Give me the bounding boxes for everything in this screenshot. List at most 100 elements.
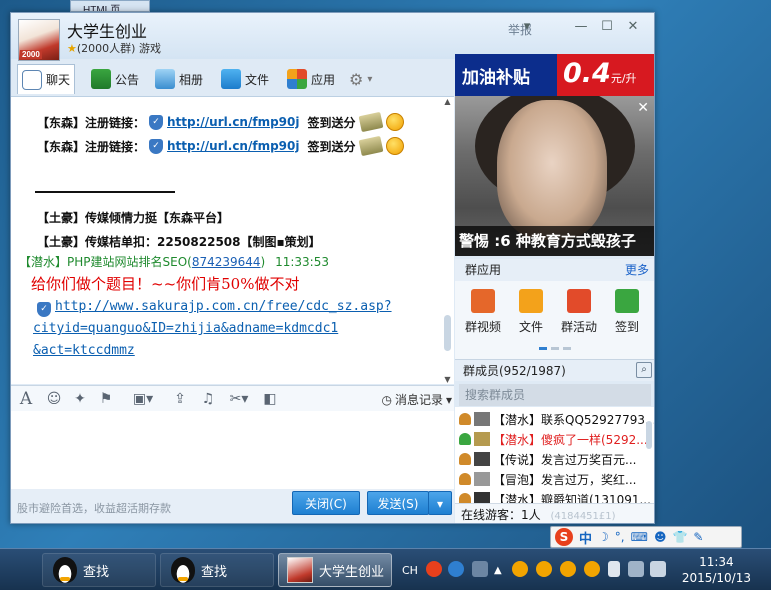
member-row[interactable]: 【潜水】瓣爵知道(131091... <box>459 489 651 503</box>
app-activity[interactable]: 群活动 <box>557 289 601 335</box>
scroll-thumb[interactable] <box>444 315 451 351</box>
tab-announcement[interactable]: 公告 <box>87 64 143 94</box>
shield-icon: ✓ <box>149 138 164 154</box>
scissors-icon[interactable]: ✂▾ <box>225 390 253 408</box>
clock[interactable]: 11:34 2015/10/13 <box>682 554 751 586</box>
keyboard-icon[interactable]: ⌨ <box>631 530 648 544</box>
url-line[interactable]: &act=ktccdmmz <box>33 343 135 358</box>
avatar <box>474 412 490 426</box>
upload-icon[interactable]: ⇪ <box>171 390 189 408</box>
tab-chat[interactable]: 聊天 <box>17 64 76 94</box>
app-group-video[interactable]: 群视频 <box>461 289 505 335</box>
member-row[interactable]: 【冒泡】发言过万，奖红... <box>459 469 636 489</box>
chat-scrollbar[interactable]: ▲ ▼ <box>443 97 452 384</box>
url-line[interactable]: http://www.sakurajp.com.cn/free/cdc_sz.a… <box>55 299 392 314</box>
network-icon[interactable] <box>628 561 644 577</box>
app-files[interactable]: 文件 <box>509 289 553 335</box>
emoji-icon[interactable]: ☺ <box>45 390 63 408</box>
screenshot-icon[interactable]: ◧ <box>261 390 279 408</box>
settings-button[interactable]: ⚙ ▾ <box>345 64 376 94</box>
qq-tray-icon[interactable] <box>560 561 576 577</box>
shake-icon[interactable]: ⚑ <box>97 390 115 408</box>
message-line: 【东森】注册链接： ✓ http://url.cn/fmp90j 签到送分 <box>37 135 404 157</box>
message-history-button[interactable]: ◷ 消息记录 ▾ <box>381 391 452 408</box>
ime-toolbar[interactable]: S 中 ☽ °, ⌨ ☻ 👕 ✎ <box>550 526 742 548</box>
close-icon[interactable]: ✕ <box>637 100 649 116</box>
magic-icon[interactable]: ✦ <box>71 390 89 408</box>
minimize-button[interactable]: — <box>570 19 592 35</box>
font-icon[interactable]: A <box>17 390 35 408</box>
group-avatar[interactable]: 2000 <box>18 19 60 61</box>
send-button[interactable]: 发送(S) <box>367 491 429 515</box>
group-meta: ★(2000人群) 游戏 <box>67 40 161 56</box>
taskbar-item-search-1[interactable]: 查找 <box>42 553 156 587</box>
image-icon[interactable]: ▣▾ <box>127 390 159 408</box>
tab-apps[interactable]: 应用 <box>283 64 339 94</box>
member-row[interactable]: 【传说】发言过万奖百元... <box>459 449 636 469</box>
message-line: 【东森】注册链接： ✓ http://url.cn/fmp90j 签到送分 <box>37 111 404 133</box>
chat-history[interactable]: 【东森】注册链接： ✓ http://url.cn/fmp90j 签到送分 【东… <box>11 96 454 384</box>
volume-icon[interactable] <box>650 561 666 577</box>
qq-tray-icon[interactable] <box>512 561 528 577</box>
message-link[interactable]: http://url.cn/fmp90j <box>167 115 299 129</box>
title-bar[interactable]: 2000 大学生创业 ★(2000人群) 游戏 举报 ▾ — ☐ ✕ <box>11 13 654 61</box>
group-apps-panel: 群视频 文件 群活动 签到 <box>455 281 654 359</box>
close-chat-button[interactable]: 关闭(C) <box>292 491 360 515</box>
sogou-tray-icon[interactable] <box>426 561 442 577</box>
member-role-icon <box>459 493 471 503</box>
album-icon <box>155 69 175 89</box>
member-row[interactable]: 【潜水】傻疯了一样(5292... <box>459 429 648 449</box>
close-window-button[interactable]: ✕ <box>622 19 644 35</box>
dropdown-icon[interactable]: ▾ <box>516 19 538 35</box>
tab-album[interactable]: 相册 <box>151 64 207 94</box>
member-search-input[interactable]: 搜索群成员 <box>459 384 651 406</box>
message-link[interactable]: http://url.cn/fmp90j <box>167 139 299 153</box>
sender-name[interactable]: 【潜水】PHP建站网站排名SEO( <box>19 255 192 269</box>
punctuation-icon[interactable]: °, <box>615 530 625 544</box>
member-row[interactable]: 【潜水】联系QQ52927793... <box>459 409 654 429</box>
tray-app-icon[interactable] <box>472 561 488 577</box>
qq-group-chat-window: 2000 大学生创业 ★(2000人群) 游戏 举报 ▾ — ☐ ✕ 聊天 公告… <box>10 12 655 524</box>
app-checkin[interactable]: 签到 <box>605 289 649 335</box>
wrench-icon[interactable]: ✎ <box>693 530 703 544</box>
app-label: 文件 <box>518 320 543 334</box>
qq-tray-icon[interactable] <box>584 561 600 577</box>
music-icon[interactable]: ♫ <box>199 390 217 408</box>
bottom-bar: 股市避险首选，收益超活期存款 关闭(C) 发送(S) ▾ <box>11 489 454 523</box>
message-suffix: 签到送分 <box>307 115 356 130</box>
user-icon[interactable]: ☻ <box>654 530 667 544</box>
taskbar-item-group-chat[interactable]: 大学生创业 <box>278 553 392 587</box>
desktop-window-fragment: HTML页 <box>70 0 150 12</box>
image-ad[interactable]: ✕ 警惕 :6 种教育方式毁孩子 <box>455 96 654 256</box>
tab-files[interactable]: 文件 <box>217 64 273 94</box>
moon-icon[interactable]: ☽ <box>598 530 609 544</box>
fuel-ad-banner[interactable]: 加油补贴 0.4元/升 <box>455 54 654 96</box>
member-list[interactable]: 【潜水】联系QQ52927793... 【潜水】傻疯了一样(5292... 【传… <box>455 407 654 503</box>
clock-date: 2015/10/13 <box>681 571 751 585</box>
message-prefix: 【东森】注册链接： <box>37 115 146 130</box>
scroll-down-icon[interactable]: ▼ <box>443 375 452 384</box>
taskbar-item-search-2[interactable]: 查找 <box>160 553 274 587</box>
maximize-button[interactable]: ☐ <box>596 19 618 35</box>
language-indicator[interactable]: CH <box>402 549 418 590</box>
search-icon[interactable]: ⌕ <box>636 362 652 378</box>
show-hidden-icons[interactable]: ▲ <box>494 549 502 590</box>
shirt-icon[interactable]: 👕 <box>672 530 687 544</box>
send-options-button[interactable]: ▾ <box>428 491 452 515</box>
help-icon[interactable] <box>448 561 464 577</box>
message-suffix: 签到送分 <box>307 139 356 154</box>
battery-icon[interactable] <box>608 561 620 577</box>
more-link[interactable]: 更多 <box>625 259 649 281</box>
message-input[interactable] <box>11 411 454 489</box>
members-header: 群成员(952/1987) ⌕ <box>455 359 654 381</box>
sender-qq[interactable]: 874239644 <box>192 255 261 269</box>
avatar <box>474 472 490 486</box>
member-scrollbar[interactable] <box>645 407 653 503</box>
page-dots[interactable] <box>539 347 571 350</box>
ime-mode[interactable]: 中 <box>579 528 592 547</box>
scroll-up-icon[interactable]: ▲ <box>443 97 452 106</box>
ad-tip-link[interactable]: 股市避险首选，收益超活期存款 <box>17 500 171 516</box>
qq-tray-icon[interactable] <box>536 561 552 577</box>
url-line[interactable]: cityid=quanguo&ID=zhijia&adname=kdmcdc1 <box>33 321 338 336</box>
scroll-thumb[interactable] <box>646 421 652 449</box>
